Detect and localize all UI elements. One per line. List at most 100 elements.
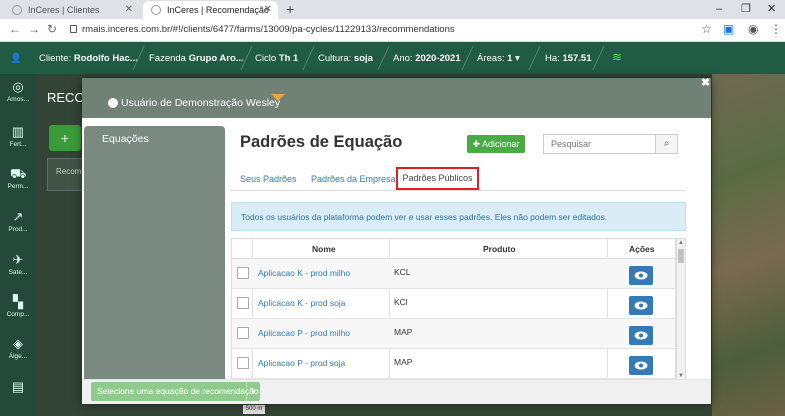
pattern-name-link[interactable]: Aplicacao K - prod soja [258, 298, 345, 308]
sidebar-item-label: Sate... [8, 269, 28, 276]
background-title: RECO [47, 90, 85, 105]
header-ciclo[interactable]: Ciclo Th 1 [255, 53, 298, 64]
column-header-nome: Nome [312, 244, 336, 254]
satellite-map [712, 74, 785, 416]
pattern-product: MAP [394, 327, 413, 337]
cultura-value: soja [353, 53, 373, 64]
satellite-icon: ✈ [12, 252, 24, 267]
tractor-icon: ⛟ [10, 166, 27, 181]
compare-icon: ▚ [13, 294, 23, 309]
view-button[interactable] [629, 326, 653, 345]
sidebar-item-producao[interactable]: ↗ Prod... [0, 210, 36, 234]
sidebar-item-label: Fert... [9, 141, 27, 148]
close-modal-icon[interactable]: ✖ [701, 76, 710, 89]
star-icon[interactable]: ☆ [701, 22, 712, 36]
fazenda-value: Grupo Aro... [188, 53, 244, 64]
new-tab-button[interactable]: + [286, 0, 294, 18]
table-row: Aplicacao K - prod milho KCL [232, 259, 675, 289]
divider [302, 46, 315, 70]
close-tab-icon[interactable]: ✕ [125, 1, 133, 19]
sidebar-item-algebra[interactable]: ◈ Álge... [0, 337, 36, 361]
header-ano[interactable]: Ano: 2020-2021 [393, 53, 461, 64]
add-button[interactable]: ✚ Adicionar [467, 135, 525, 153]
select-equation-button[interactable]: Selecione uma equação de recomendação ▾ [91, 382, 260, 401]
header-ha: Ha: 157.51 [545, 53, 592, 64]
left-sidebar: ◎ Amos... ▥ Fert... ⛟ Perm... ↗ Prod... … [0, 74, 36, 416]
caret-down-icon [271, 94, 285, 101]
browser-tab-clientes[interactable]: InCeres | Clientes ✕ [4, 1, 139, 19]
sidebar-item-label: Prod... [8, 226, 28, 233]
ano-label: Ano: [393, 53, 413, 64]
url-field[interactable]: rmais.inceres.com.br/#!/clients/6477/far… [82, 24, 455, 35]
search-icon[interactable]: ⌕ [656, 134, 678, 154]
sidebar-item-amostragem[interactable]: ◎ Amos... [0, 80, 36, 104]
minimize-icon[interactable]: – [716, 0, 722, 18]
app-header: 👤 Cliente: Rodolfo Hac... Fazenda Grupo … [0, 42, 785, 74]
browser-tab-recomendacao[interactable]: InCeres | Recomendação ✕ [143, 1, 278, 19]
select-equation-label: Selecione uma equação de recomendação [97, 386, 259, 396]
ciclo-value: Th 1 [278, 53, 299, 64]
close-window-icon[interactable]: ✕ [767, 0, 776, 18]
forward-icon[interactable]: → [28, 22, 40, 36]
cliente-value: Rodolfo Hac... [73, 53, 138, 64]
sidebar-item-equacoes[interactable]: Equações [102, 133, 149, 145]
areas-value: 1 [507, 53, 513, 64]
user-icon[interactable]: 👤 [10, 53, 22, 64]
header-fazenda[interactable]: Fazenda Grupo Aro... [149, 53, 244, 64]
tab-seus-padroes[interactable]: Seus Padrões [240, 174, 297, 184]
tab-underline [230, 190, 686, 191]
menu-icon[interactable]: ⋮ [770, 22, 782, 36]
row-checkbox[interactable] [237, 327, 249, 339]
table-header: Nome Produto Ações [232, 239, 675, 259]
pattern-name-link[interactable]: Aplicacao K - prod milho [258, 268, 350, 278]
row-checkbox[interactable] [237, 297, 249, 309]
background-card: Recom [47, 158, 87, 191]
pattern-name-link[interactable]: Aplicacao P - prod soja [258, 358, 345, 368]
divider [592, 46, 605, 70]
sidebar-item-calc[interactable]: ▤ [0, 380, 36, 396]
header-areas[interactable]: Áreas: 1 ▾ [477, 53, 520, 64]
row-checkbox[interactable] [237, 267, 249, 279]
sidebar-item-permissoes[interactable]: ⛟ Perm... [0, 166, 36, 191]
table-row: Aplicacao K - prod soja KCl [232, 289, 675, 319]
reload-icon[interactable]: ↻ [47, 22, 57, 36]
pattern-product: KCL [394, 267, 411, 277]
browser-tab-title: InCeres | Clientes [28, 5, 100, 15]
scrollbar-thumb[interactable] [678, 249, 684, 263]
eye-icon [634, 271, 648, 280]
view-button[interactable] [629, 296, 653, 315]
tab-padroes-publicos[interactable]: Padrões Públicos [396, 167, 479, 190]
back-icon[interactable]: ← [9, 22, 21, 36]
translate-icon[interactable]: ▣ [723, 22, 734, 36]
row-checkbox[interactable] [237, 357, 249, 369]
equation-patterns-modal: Usuário de Demonstração Wesley Equações … [82, 78, 711, 404]
background-add-button: + [49, 125, 81, 151]
table-row: Aplicacao P - prod soja MAP [232, 349, 675, 379]
view-button[interactable] [629, 356, 653, 375]
sidebar-item-comparacao[interactable]: ▚ Comp... [0, 294, 36, 319]
areas-label: Áreas: [477, 53, 505, 64]
favicon-icon [12, 5, 22, 15]
table-scrollbar[interactable]: ▲ ▼ [676, 238, 686, 381]
header-cultura[interactable]: Cultura: soja [318, 53, 373, 64]
view-button[interactable] [629, 266, 653, 285]
caret-down-icon[interactable]: ▾ [246, 382, 260, 401]
maximize-icon[interactable]: ❐ [741, 0, 751, 18]
pattern-name-link[interactable]: Aplicacao P - prod milho [258, 328, 350, 338]
close-tab-icon[interactable]: ✕ [264, 1, 272, 19]
scroll-up-icon[interactable]: ▲ [678, 240, 684, 246]
sidebar-item-fertilidade[interactable]: ▥ Fert... [0, 125, 36, 149]
profile-icon[interactable]: ◉ [748, 22, 758, 36]
search-input[interactable] [543, 134, 656, 154]
tab-padroes-empresa[interactable]: Padrões da Empresa [311, 174, 396, 184]
modal-header: Usuário de Demonstração Wesley [82, 78, 711, 118]
header-cliente[interactable]: Cliente: Rodolfo Hac... [39, 53, 138, 64]
eye-icon [634, 331, 648, 340]
sidebar-item-satelite[interactable]: ✈ Sate... [0, 252, 36, 277]
user-icon [108, 98, 118, 108]
favicon-icon [151, 5, 161, 15]
ano-value: 2020-2021 [415, 53, 461, 64]
patterns-table: Nome Produto Ações Aplicacao K - prod mi… [231, 238, 676, 381]
pattern-product: KCl [394, 297, 408, 307]
ciclo-label: Ciclo [255, 53, 277, 64]
